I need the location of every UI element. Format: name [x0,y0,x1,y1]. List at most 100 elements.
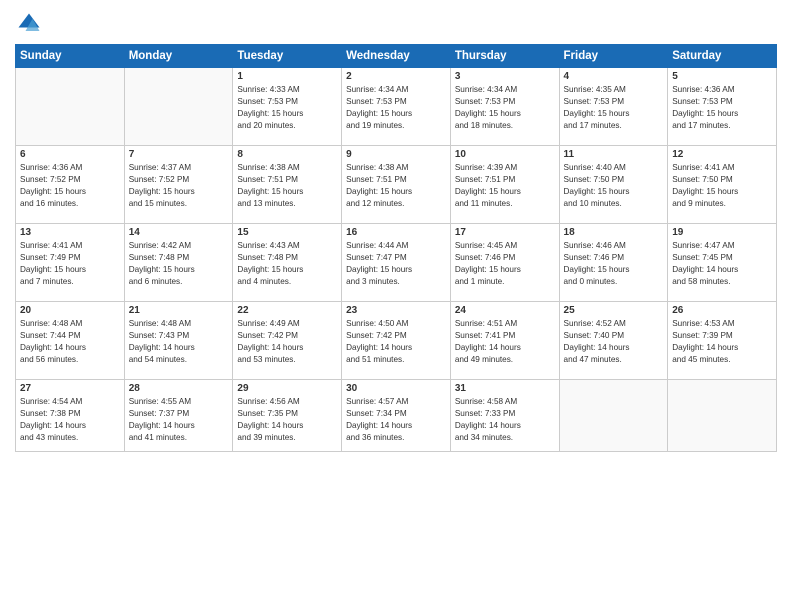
day-number: 18 [564,227,664,238]
day-info: Sunrise: 4:39 AM Sunset: 7:51 PM Dayligh… [455,162,555,210]
day-info: Sunrise: 4:41 AM Sunset: 7:50 PM Dayligh… [672,162,772,210]
calendar-cell: 11Sunrise: 4:40 AM Sunset: 7:50 PM Dayli… [559,146,668,224]
calendar-cell [668,380,777,452]
calendar-cell: 15 Sunrise: 4:43 AM Sunset: 7:48 PM Dayli… [233,224,342,302]
day-info: Sunrise: 4:36 AM Sunset: 7:52 PM Dayligh… [20,162,120,210]
week-row-3: 13 Sunrise: 4:41 AM Sunset: 7:49 PM Dayli… [16,224,777,302]
week-row-1: 1 Sunrise: 4:33 AM Sunset: 7:53 PM Daylig… [16,68,777,146]
header [15,10,777,38]
calendar-cell: 1 Sunrise: 4:33 AM Sunset: 7:53 PM Daylig… [233,68,342,146]
day-info: Sunrise: 4:46 AM Sunset: 7:46 PM Dayligh… [564,240,664,288]
day-info: Sunrise: 4:41 AM Sunset: 7:49 PM Dayligh… [20,240,120,288]
day-number: 16 [346,227,446,238]
weekday-header-monday: Monday [124,45,233,68]
day-number: 3 [455,71,555,82]
day-info: Sunrise: 4:38 AM Sunset: 7:51 PM Dayligh… [237,162,337,210]
day-info: Sunrise: 4:34 AM Sunset: 7:53 PM Dayligh… [346,84,446,132]
day-info: Sunrise: 4:56 AM Sunset: 7:35 PM Dayligh… [237,396,337,444]
calendar-table: SundayMondayTuesdayWednesdayThursdayFrid… [15,44,777,452]
day-number: 4 [564,71,664,82]
weekday-header-saturday: Saturday [668,45,777,68]
day-info: Sunrise: 4:48 AM Sunset: 7:44 PM Dayligh… [20,318,120,366]
day-info: Sunrise: 4:36 AM Sunset: 7:53 PM Dayligh… [672,84,772,132]
logo [15,10,47,38]
day-info: Sunrise: 4:47 AM Sunset: 7:45 PM Dayligh… [672,240,772,288]
calendar-cell: 30 Sunrise: 4:57 AM Sunset: 7:34 PM Dayli… [342,380,451,452]
day-number: 25 [564,305,664,316]
weekday-header-row: SundayMondayTuesdayWednesdayThursdayFrid… [16,45,777,68]
calendar-cell: 21Sunrise: 4:48 AM Sunset: 7:43 PM Dayli… [124,302,233,380]
calendar-cell: 4Sunrise: 4:35 AM Sunset: 7:53 PM Daylig… [559,68,668,146]
day-number: 27 [20,383,120,394]
day-info: Sunrise: 4:55 AM Sunset: 7:37 PM Dayligh… [129,396,229,444]
calendar-cell: 20 Sunrise: 4:48 AM Sunset: 7:44 PM Dayli… [16,302,125,380]
day-info: Sunrise: 4:49 AM Sunset: 7:42 PM Dayligh… [237,318,337,366]
weekday-header-tuesday: Tuesday [233,45,342,68]
day-number: 2 [346,71,446,82]
week-row-5: 27 Sunrise: 4:54 AM Sunset: 7:38 PM Dayli… [16,380,777,452]
day-info: Sunrise: 4:57 AM Sunset: 7:34 PM Dayligh… [346,396,446,444]
calendar-cell: 14Sunrise: 4:42 AM Sunset: 7:48 PM Dayli… [124,224,233,302]
calendar-cell [559,380,668,452]
day-info: Sunrise: 4:58 AM Sunset: 7:33 PM Dayligh… [455,396,555,444]
day-number: 7 [129,149,229,160]
day-info: Sunrise: 4:52 AM Sunset: 7:40 PM Dayligh… [564,318,664,366]
calendar-cell: 19 Sunrise: 4:47 AM Sunset: 7:45 PM Dayli… [668,224,777,302]
calendar-cell: 6 Sunrise: 4:36 AM Sunset: 7:52 PM Daylig… [16,146,125,224]
calendar-cell: 25 Sunrise: 4:52 AM Sunset: 7:40 PM Dayli… [559,302,668,380]
day-info: Sunrise: 4:38 AM Sunset: 7:51 PM Dayligh… [346,162,446,210]
calendar-cell: 16 Sunrise: 4:44 AM Sunset: 7:47 PM Dayli… [342,224,451,302]
week-row-2: 6 Sunrise: 4:36 AM Sunset: 7:52 PM Daylig… [16,146,777,224]
week-row-4: 20 Sunrise: 4:48 AM Sunset: 7:44 PM Dayli… [16,302,777,380]
calendar-cell: 28 Sunrise: 4:55 AM Sunset: 7:37 PM Dayli… [124,380,233,452]
day-number: 5 [672,71,772,82]
day-number: 13 [20,227,120,238]
weekday-header-friday: Friday [559,45,668,68]
day-info: Sunrise: 4:33 AM Sunset: 7:53 PM Dayligh… [237,84,337,132]
day-info: Sunrise: 4:34 AM Sunset: 7:53 PM Dayligh… [455,84,555,132]
calendar-cell: 3 Sunrise: 4:34 AM Sunset: 7:53 PM Daylig… [450,68,559,146]
calendar-cell [124,68,233,146]
calendar-cell: 26 Sunrise: 4:53 AM Sunset: 7:39 PM Dayli… [668,302,777,380]
calendar-cell: 9Sunrise: 4:38 AM Sunset: 7:51 PM Daylig… [342,146,451,224]
day-number: 11 [564,149,664,160]
calendar-cell: 27 Sunrise: 4:54 AM Sunset: 7:38 PM Dayli… [16,380,125,452]
day-number: 29 [237,383,337,394]
day-number: 19 [672,227,772,238]
day-number: 28 [129,383,229,394]
day-info: Sunrise: 4:43 AM Sunset: 7:48 PM Dayligh… [237,240,337,288]
day-info: Sunrise: 4:48 AM Sunset: 7:43 PM Dayligh… [129,318,229,366]
day-info: Sunrise: 4:45 AM Sunset: 7:46 PM Dayligh… [455,240,555,288]
calendar-cell: 10 Sunrise: 4:39 AM Sunset: 7:51 PM Dayli… [450,146,559,224]
day-number: 24 [455,305,555,316]
logo-icon [15,10,43,38]
day-info: Sunrise: 4:54 AM Sunset: 7:38 PM Dayligh… [20,396,120,444]
day-info: Sunrise: 4:53 AM Sunset: 7:39 PM Dayligh… [672,318,772,366]
calendar-cell [16,68,125,146]
calendar-cell: 24 Sunrise: 4:51 AM Sunset: 7:41 PM Dayli… [450,302,559,380]
day-number: 6 [20,149,120,160]
day-number: 15 [237,227,337,238]
day-info: Sunrise: 4:50 AM Sunset: 7:42 PM Dayligh… [346,318,446,366]
calendar-cell: 17 Sunrise: 4:45 AM Sunset: 7:46 PM Dayli… [450,224,559,302]
day-info: Sunrise: 4:51 AM Sunset: 7:41 PM Dayligh… [455,318,555,366]
day-number: 20 [20,305,120,316]
day-number: 23 [346,305,446,316]
day-number: 17 [455,227,555,238]
calendar-cell: 12 Sunrise: 4:41 AM Sunset: 7:50 PM Dayli… [668,146,777,224]
day-number: 26 [672,305,772,316]
day-number: 8 [237,149,337,160]
calendar-cell: 18 Sunrise: 4:46 AM Sunset: 7:46 PM Dayli… [559,224,668,302]
day-number: 12 [672,149,772,160]
day-number: 30 [346,383,446,394]
day-number: 10 [455,149,555,160]
weekday-header-sunday: Sunday [16,45,125,68]
calendar-cell: 5 Sunrise: 4:36 AM Sunset: 7:53 PM Daylig… [668,68,777,146]
day-info: Sunrise: 4:44 AM Sunset: 7:47 PM Dayligh… [346,240,446,288]
calendar-cell: 13 Sunrise: 4:41 AM Sunset: 7:49 PM Dayli… [16,224,125,302]
day-number: 14 [129,227,229,238]
calendar-cell: 29 Sunrise: 4:56 AM Sunset: 7:35 PM Dayli… [233,380,342,452]
day-number: 22 [237,305,337,316]
calendar-cell: 7Sunrise: 4:37 AM Sunset: 7:52 PM Daylig… [124,146,233,224]
day-number: 1 [237,71,337,82]
